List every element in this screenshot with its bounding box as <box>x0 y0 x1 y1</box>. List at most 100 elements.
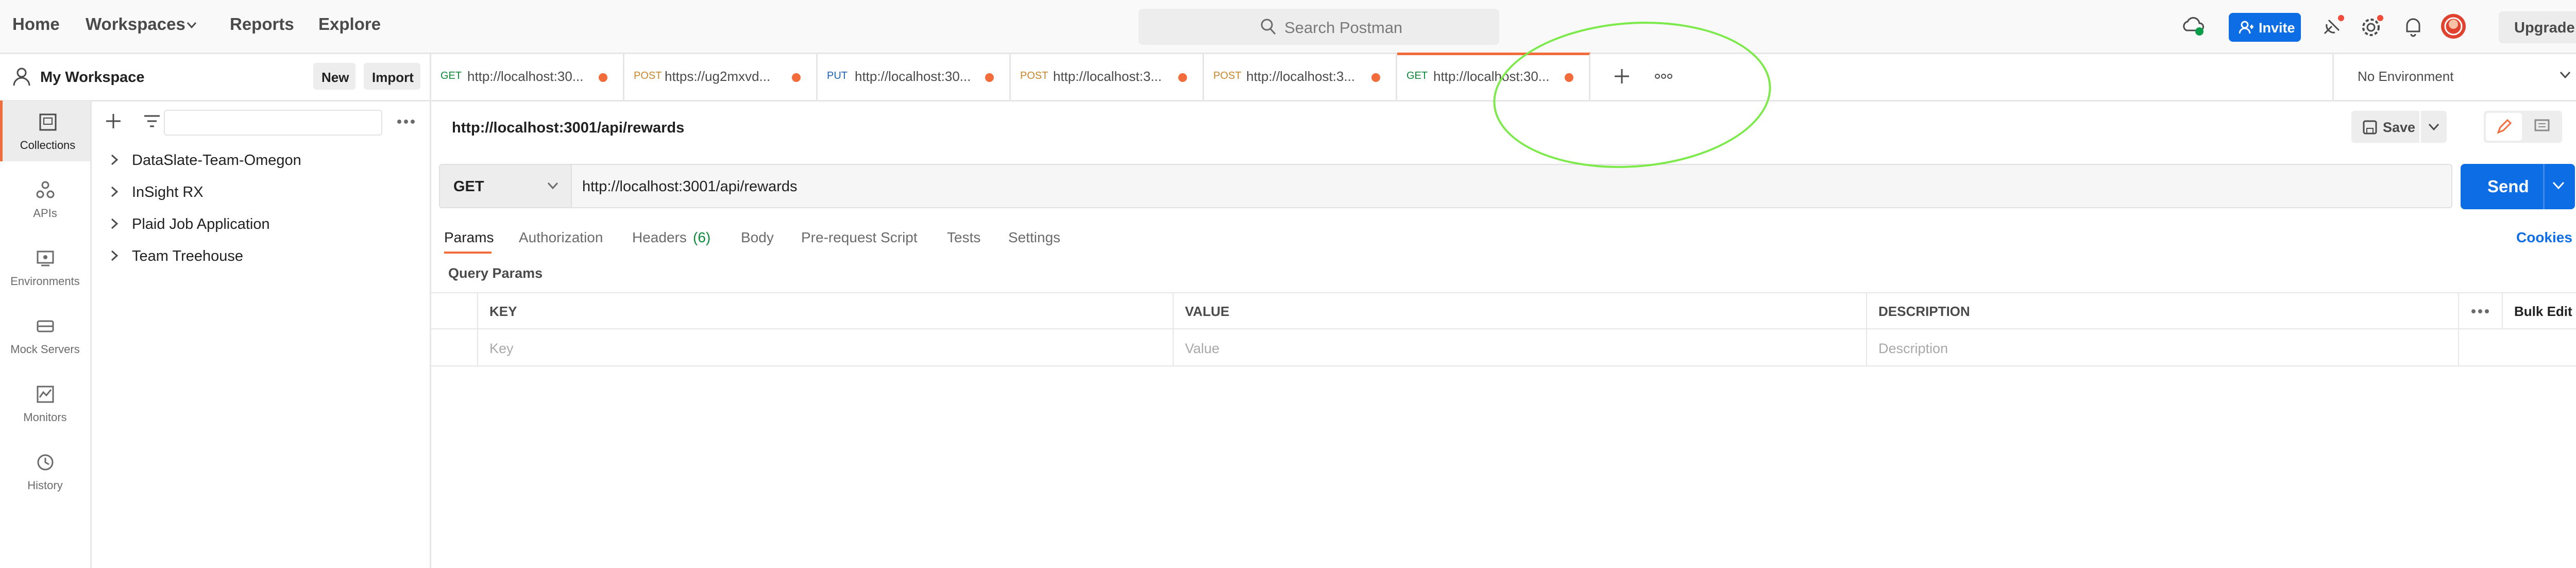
send-button[interactable]: Send <box>2461 164 2575 209</box>
sidebar-item-label: Collections <box>20 139 76 152</box>
sidebar-item-label: History <box>27 479 63 492</box>
tab-params[interactable]: Params <box>444 229 494 246</box>
unsaved-dot-icon <box>792 73 801 82</box>
column-divider <box>1173 292 1174 366</box>
sidebar-item-label: Monitors <box>23 411 67 424</box>
plus-icon[interactable] <box>105 113 122 129</box>
upgrade-button[interactable]: Upgrade <box>2499 11 2576 43</box>
top-header: Home Workspaces Reports Explore Search P… <box>0 0 2576 54</box>
column-divider <box>1866 292 1867 366</box>
sidebar-item-apis[interactable]: APIs <box>0 169 90 229</box>
sidebar-item-mock-servers[interactable]: Mock Servers <box>0 305 90 365</box>
avatar-icon[interactable] <box>2440 13 2467 40</box>
column-header-value: VALUE <box>1185 304 1230 319</box>
environment-select[interactable]: No Environment <box>2332 53 2576 100</box>
url-input[interactable]: http://localhost:3001/api/rewards <box>572 164 2452 208</box>
tab-url: https://ug2mxvd... <box>665 69 771 84</box>
tab-url: http://localhost:30... <box>467 69 584 84</box>
sidebar-item-collections[interactable]: Collections <box>0 101 90 161</box>
chevron-right-icon <box>111 218 118 229</box>
chevron-down-icon[interactable] <box>187 22 197 29</box>
tab-pre-request-script[interactable]: Pre-request Script <box>801 229 918 246</box>
request-title[interactable]: http://localhost:3001/api/rewards <box>452 120 684 137</box>
invite-button[interactable]: Invite <box>2229 13 2301 42</box>
more-icon[interactable] <box>397 119 415 124</box>
unsaved-dot-icon <box>1371 73 1380 82</box>
collections-icon <box>39 113 57 131</box>
value-input[interactable]: Value <box>1185 341 1219 357</box>
tab-tests[interactable]: Tests <box>947 229 980 246</box>
import-button-label: Import <box>372 70 414 85</box>
nav-workspaces[interactable]: Workspaces <box>86 14 185 34</box>
collection-name: Plaid Job Application <box>132 216 270 232</box>
tab-method: PUT <box>827 70 848 81</box>
tab-authorization[interactable]: Authorization <box>519 229 603 246</box>
nav-reports[interactable]: Reports <box>230 14 294 34</box>
server-icon <box>37 320 54 332</box>
collections-search-input[interactable] <box>164 110 382 136</box>
history-icon <box>37 454 54 471</box>
column-divider <box>2458 292 2459 366</box>
sidebar-item-label: Environments <box>10 275 80 288</box>
method-label: GET <box>453 178 484 195</box>
search-placeholder: Search Postman <box>1284 19 1403 37</box>
new-button-label: New <box>321 70 349 85</box>
bell-icon[interactable] <box>2400 13 2427 40</box>
request-tab[interactable]: POST https://ug2mxvd... <box>624 53 818 100</box>
environment-label: No Environment <box>2358 69 2454 84</box>
import-button[interactable]: Import <box>364 63 420 90</box>
sidebar-rail: Collections APIs Environments Mock Serve… <box>0 101 92 568</box>
save-icon <box>2363 120 2377 135</box>
tab-body[interactable]: Body <box>741 229 774 246</box>
query-params-table: KEY VALUE DESCRIPTION Bulk Edit Key Valu… <box>431 292 2576 366</box>
chevron-down-icon <box>2560 71 2571 79</box>
nav-explore[interactable]: Explore <box>318 14 381 34</box>
unsaved-dot-icon <box>1178 73 1187 82</box>
chevron-down-icon <box>547 182 558 190</box>
more-icon[interactable] <box>2471 309 2489 314</box>
save-button[interactable]: Save <box>2351 111 2419 143</box>
collections-panel: DataSlate-Team-Omegon InSight RX Plaid J… <box>92 101 431 568</box>
sidebar-item-monitors[interactable]: Monitors <box>0 373 90 433</box>
tab-headers[interactable]: Headers <box>632 229 687 246</box>
chevron-right-icon <box>111 154 118 165</box>
key-input[interactable]: Key <box>489 341 514 357</box>
tab-method: GET <box>440 70 462 81</box>
headers-count: (6) <box>693 229 711 245</box>
tab-settings[interactable]: Settings <box>1008 229 1060 246</box>
table-row <box>431 329 2576 366</box>
column-header-key: KEY <box>489 304 517 319</box>
sidebar-item-environments[interactable]: Environments <box>0 237 90 297</box>
description-input[interactable]: Description <box>1878 341 1948 357</box>
request-tab[interactable]: GET http://localhost:30... <box>431 53 624 100</box>
save-dropdown[interactable] <box>2421 111 2447 143</box>
sidebar-item-history[interactable]: History <box>0 441 90 502</box>
search-icon <box>1261 19 1276 35</box>
cloud-sync-icon[interactable] <box>2180 13 2207 40</box>
request-tab[interactable]: POST http://localhost:3... <box>1204 53 1397 100</box>
filter-icon[interactable] <box>143 114 161 128</box>
sidebar-item-label: Mock Servers <box>10 343 80 356</box>
cookies-link[interactable]: Cookies <box>2516 229 2572 246</box>
request-tab[interactable]: POST http://localhost:3... <box>1011 53 1204 100</box>
search-input[interactable]: Search Postman <box>1139 9 1499 45</box>
column-divider <box>2502 292 2503 329</box>
tab-url: http://localhost:3... <box>1053 69 1162 84</box>
table-header-row <box>431 292 2576 329</box>
tab-method: GET <box>1406 70 1428 81</box>
nav-home[interactable]: Home <box>12 14 60 34</box>
request-tab[interactable]: PUT http://localhost:30... <box>818 53 1011 100</box>
bulk-edit-link[interactable]: Bulk Edit <box>2514 304 2572 320</box>
method-select[interactable]: GET <box>439 164 572 208</box>
gear-icon[interactable] <box>2359 13 2385 40</box>
edit-toggle[interactable] <box>2486 113 2522 141</box>
user-icon <box>13 68 30 86</box>
chevron-down-icon[interactable] <box>2552 181 2565 191</box>
workspace-bar: My Workspace New Import <box>0 53 431 102</box>
satellite-icon[interactable] <box>2319 13 2346 40</box>
workspace-title[interactable]: My Workspace <box>40 69 145 86</box>
comment-icon[interactable] <box>2534 119 2550 135</box>
divider <box>2543 164 2545 209</box>
new-button[interactable]: New <box>313 63 355 90</box>
column-header-description: DESCRIPTION <box>1878 304 1970 319</box>
